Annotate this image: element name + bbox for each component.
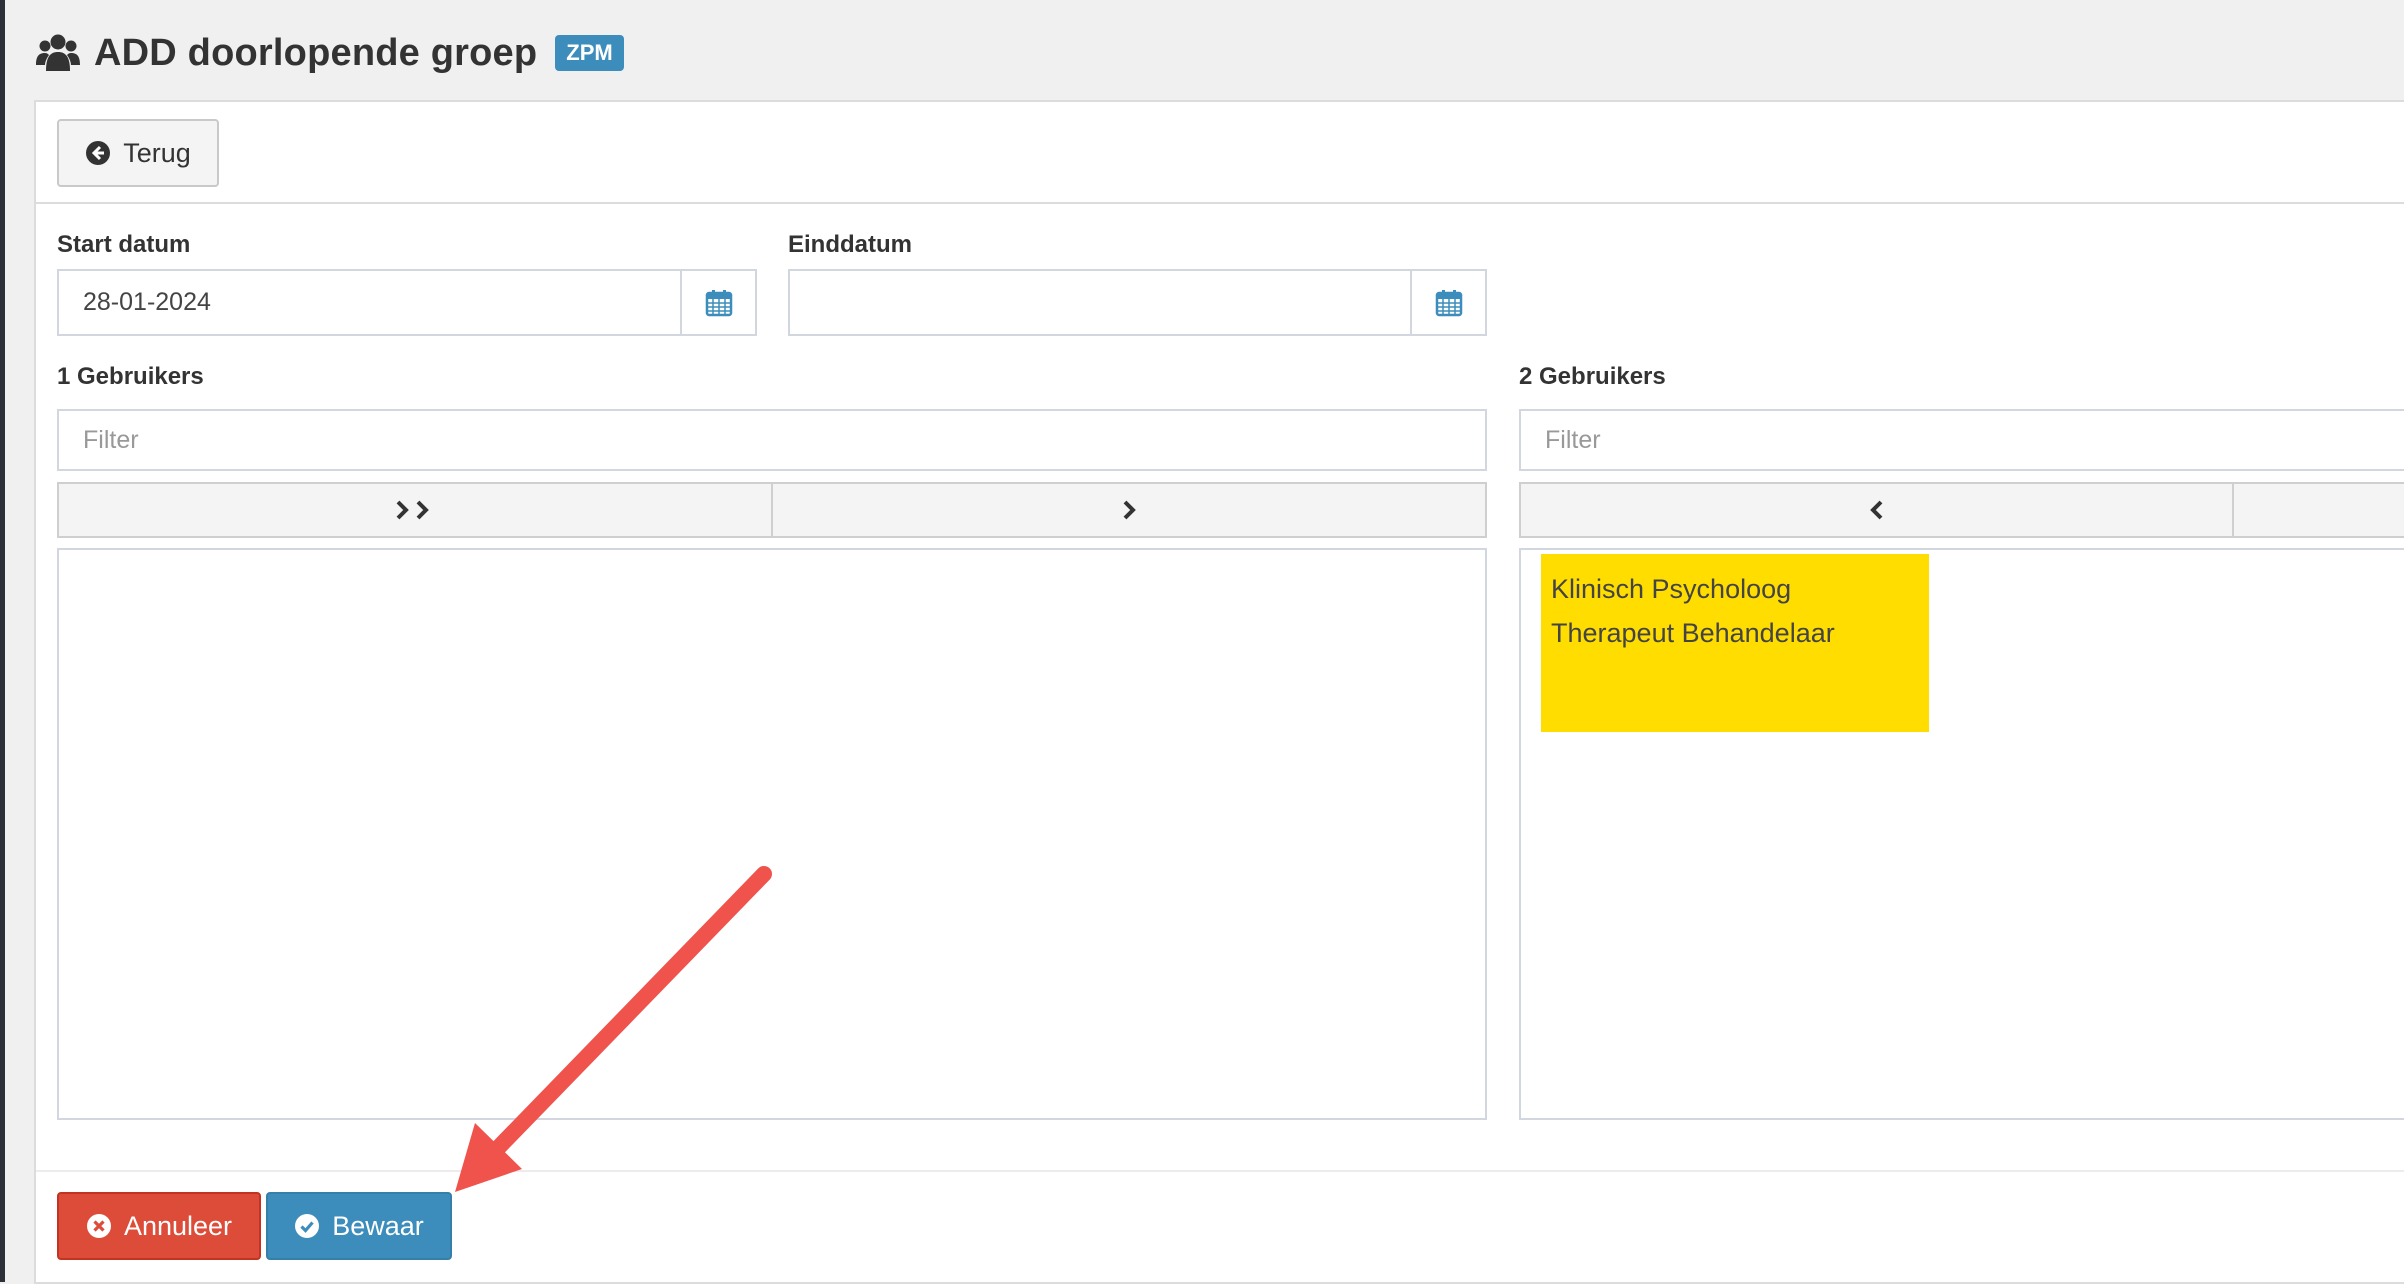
start-date-label: Start datum <box>57 231 191 258</box>
save-label: Bewaar <box>332 1210 424 1241</box>
left-filter-input[interactable]: Filter <box>57 409 1487 471</box>
chevron-right-icon <box>1123 500 1136 520</box>
move-all-left-button[interactable] <box>2234 482 2404 538</box>
arrow-circle-left-icon <box>86 141 111 165</box>
end-date-label: Einddatum <box>788 231 912 258</box>
right-filter-input[interactable]: Filter <box>1519 409 2404 471</box>
start-date-calendar-button[interactable] <box>682 269 757 336</box>
right-list-heading: 2 Gebruikers <box>1519 363 1666 390</box>
right-move-buttons <box>1519 482 2404 538</box>
left-list-heading: 1 Gebruikers <box>57 363 204 390</box>
calendar-icon <box>1435 289 1462 316</box>
start-date-input[interactable]: 28-01-2024 <box>57 269 682 336</box>
double-chevron-right-icon <box>396 500 429 520</box>
page-header: ADD doorlopende groep ZPM <box>36 28 624 78</box>
users-icon <box>36 34 80 71</box>
form-box: Terug Start datum 28-01-2024 Einddatum 1… <box>34 100 2404 1284</box>
page-title: ADD doorlopende groep <box>94 31 538 74</box>
move-all-right-button[interactable] <box>57 482 773 538</box>
times-circle-icon <box>86 1214 111 1238</box>
calendar-icon <box>705 289 732 316</box>
window-edge <box>0 0 5 1282</box>
check-circle-icon <box>295 1214 320 1238</box>
cancel-label: Annuleer <box>123 1210 233 1241</box>
toolbar: Terug <box>36 102 2404 204</box>
footer-divider <box>36 1170 2404 1172</box>
cancel-button[interactable]: Annuleer <box>57 1192 261 1260</box>
list-item[interactable]: Klinisch Psycholoog <box>1551 574 1791 605</box>
end-date-calendar-button[interactable] <box>1412 269 1487 336</box>
save-button[interactable]: Bewaar <box>266 1192 452 1260</box>
back-label: Terug <box>123 137 191 168</box>
move-selected-left-button[interactable] <box>1519 482 2234 538</box>
list-item[interactable]: Therapeut Behandelaar <box>1551 618 1835 649</box>
end-date-input[interactable] <box>788 269 1412 336</box>
back-button[interactable]: Terug <box>57 119 219 187</box>
chevron-left-icon <box>1869 500 1882 520</box>
right-user-list[interactable]: Klinisch Psycholoog Therapeut Behandelaa… <box>1519 548 2404 1120</box>
left-user-list[interactable] <box>57 548 1487 1120</box>
move-selected-right-button[interactable] <box>773 482 1487 538</box>
status-badge: ZPM <box>555 35 624 71</box>
left-move-buttons <box>57 482 1487 538</box>
